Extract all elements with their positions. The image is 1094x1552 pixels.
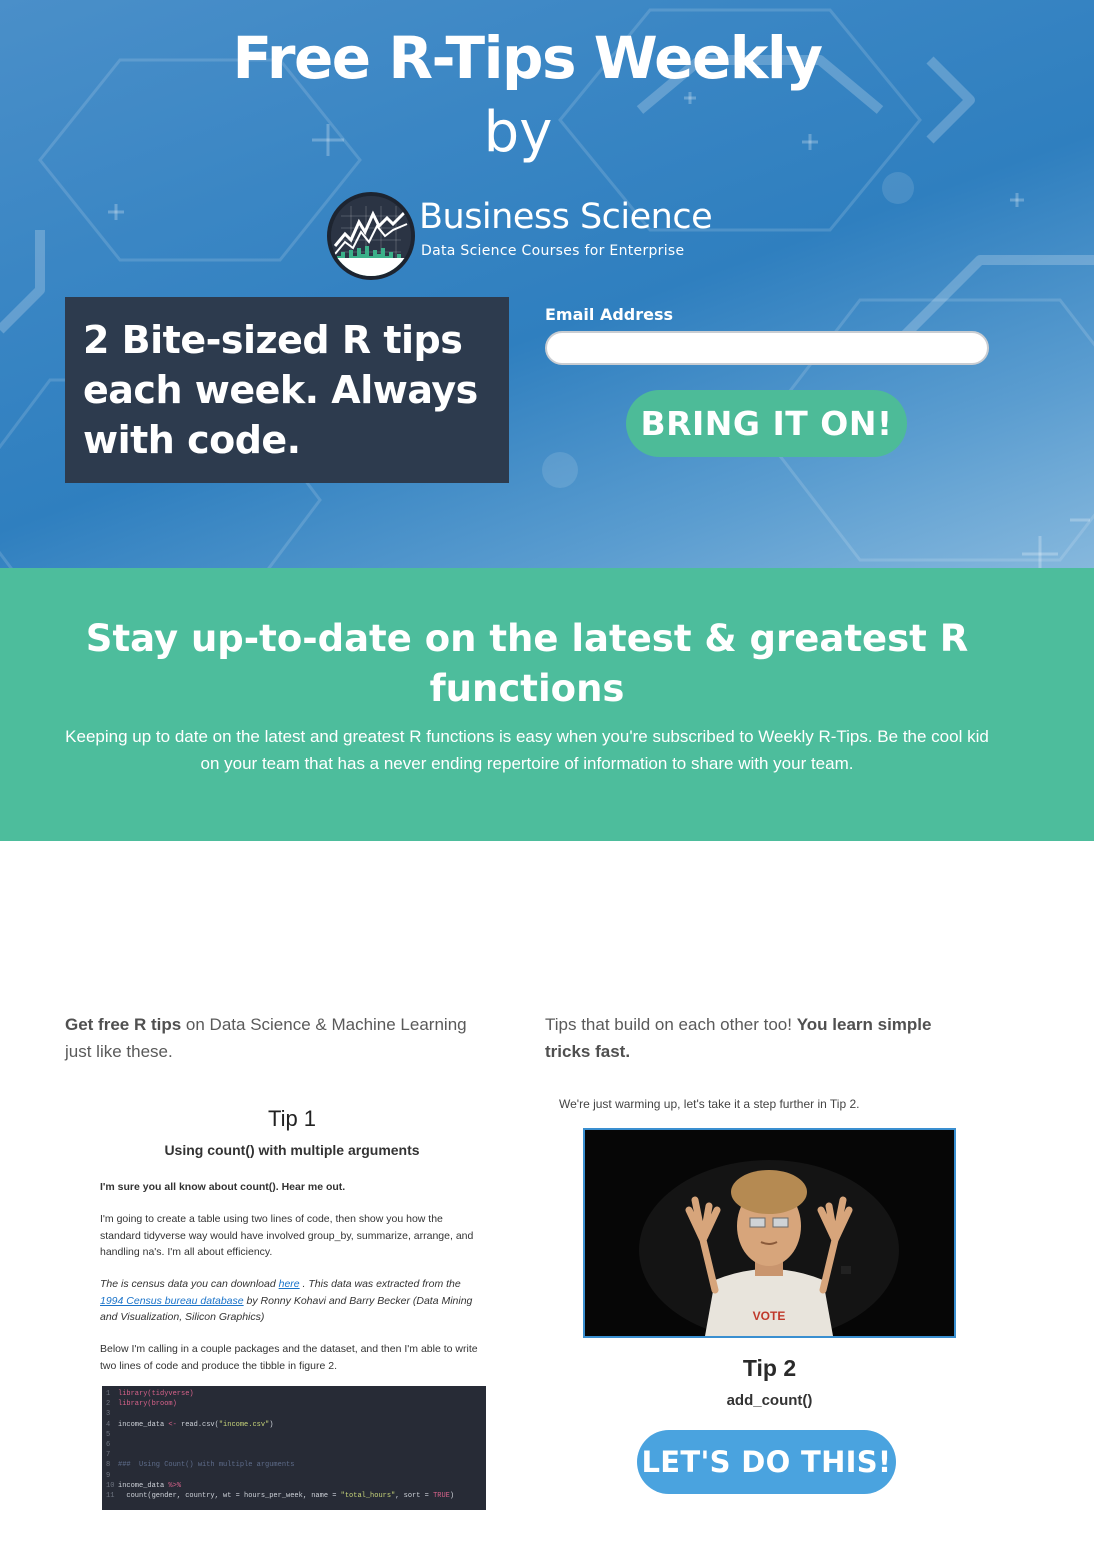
business-science-logo-icon	[327, 192, 415, 280]
code-text: income_data	[118, 1420, 169, 1429]
code-text: income_data	[118, 1481, 169, 1490]
tip2-title: Tip 2	[742, 1355, 797, 1381]
code-line: 8 ### Using Count() with multiple argumen…	[106, 1461, 295, 1470]
code-line: 1 library(tidyverse)	[106, 1390, 194, 1398]
code-text: )	[449, 1491, 455, 1500]
bring-it-on-button[interactable]: BRING IT ON!	[626, 390, 907, 457]
title-by-text: by	[483, 100, 553, 165]
code-text: "total_hours"	[340, 1491, 396, 1500]
tip1-p3-text-b: . This data was extracted from the	[299, 1278, 461, 1290]
code-line: 4 income_data <- read.csv("income.csv")	[106, 1420, 274, 1429]
code-text: "income.csv"	[218, 1420, 270, 1429]
tip1-paragraph-2: I'm going to create a table using two li…	[100, 1213, 474, 1258]
code-comment: ### Using Count() with multiple argument…	[118, 1461, 295, 1470]
right-intro-text: Tips that build on each other too! You l…	[545, 1011, 975, 1065]
code-text: %>%	[168, 1481, 182, 1490]
code-text: count(gender, country, wt = hours_per_we…	[118, 1491, 341, 1500]
census-database-link[interactable]: 1994 Census bureau database	[100, 1295, 244, 1307]
benefit-section: Stay up-to-date on the latest & greatest…	[0, 568, 1094, 841]
census-download-link[interactable]: here	[279, 1278, 300, 1290]
tip1-paragraph-3: The is census data you can download here…	[100, 1276, 484, 1326]
code-text: , sort =	[395, 1491, 434, 1500]
tip2-video-gif[interactable]: VOTE	[583, 1128, 956, 1338]
code-line: 10 income_data %>%	[106, 1481, 182, 1490]
left-intro-text: Get free R tips on Data Science & Machin…	[65, 1011, 495, 1065]
code-text: TRUE	[433, 1491, 450, 1500]
benefit-body: Keeping up to date on the latest and gre…	[65, 727, 989, 773]
hero-section: Free R-Tips Weekly by Business Science D…	[0, 0, 1094, 568]
email-input[interactable]	[545, 331, 989, 365]
code-line: 6	[106, 1440, 111, 1449]
tip1-screenshot: Tip 1 Using count() with multiple argume…	[96, 1100, 488, 1520]
brand-name: Business Science	[419, 197, 713, 237]
code-block: 1 library(tidyverse) 2 library(broom) 3 4i…	[102, 1386, 486, 1510]
left-intro-bold: Get free R tips	[65, 1015, 182, 1034]
tip1-title: Tip 1	[267, 1106, 317, 1131]
tip2-caption: We're just warming up, let's take it a s…	[559, 1097, 860, 1111]
benefit-heading: Stay up-to-date on the latest & greatest…	[85, 617, 969, 710]
code-text: library(broom)	[118, 1400, 177, 1409]
code-line: 5	[106, 1430, 111, 1439]
code-line: 2 library(broom)	[106, 1400, 177, 1409]
tip1-paragraph-1: I'm sure you all know about count(). Hea…	[100, 1181, 346, 1193]
tip1-p3-text-a: The is census data you can download	[100, 1278, 279, 1290]
page-title: Free R-Tips Weekly	[232, 24, 823, 92]
brand-tagline: Data Science Courses for Enterprise	[421, 243, 685, 259]
email-label: Email Address	[545, 305, 674, 324]
code-text: read.csv(	[176, 1420, 219, 1429]
right-intro-plain: Tips that build on each other too!	[545, 1015, 797, 1034]
code-text: )	[269, 1420, 274, 1429]
shirt-text: VOTE	[753, 1309, 786, 1323]
code-text: <-	[168, 1420, 177, 1429]
promo-text: 2 Bite-sized R tips each week. Always wi…	[83, 318, 478, 462]
code-line: 7	[106, 1451, 111, 1460]
code-line: 11 count(gender, country, wt = hours_per…	[106, 1491, 455, 1500]
promo-box: 2 Bite-sized R tips each week. Always wi…	[65, 297, 509, 483]
tip1-subtitle: Using count() with multiple arguments	[164, 1142, 420, 1158]
lets-do-this-button[interactable]: LET'S DO THIS!	[637, 1430, 896, 1494]
tip1-paragraph-4: Below I'm calling in a couple packages a…	[100, 1343, 478, 1372]
code-line: 9	[106, 1471, 111, 1480]
person-celebrating-image: VOTE	[585, 1130, 954, 1336]
tip2-subtitle: add_count()	[726, 1392, 813, 1409]
code-line: 3	[106, 1410, 111, 1419]
code-text: library(tidyverse)	[118, 1390, 194, 1398]
